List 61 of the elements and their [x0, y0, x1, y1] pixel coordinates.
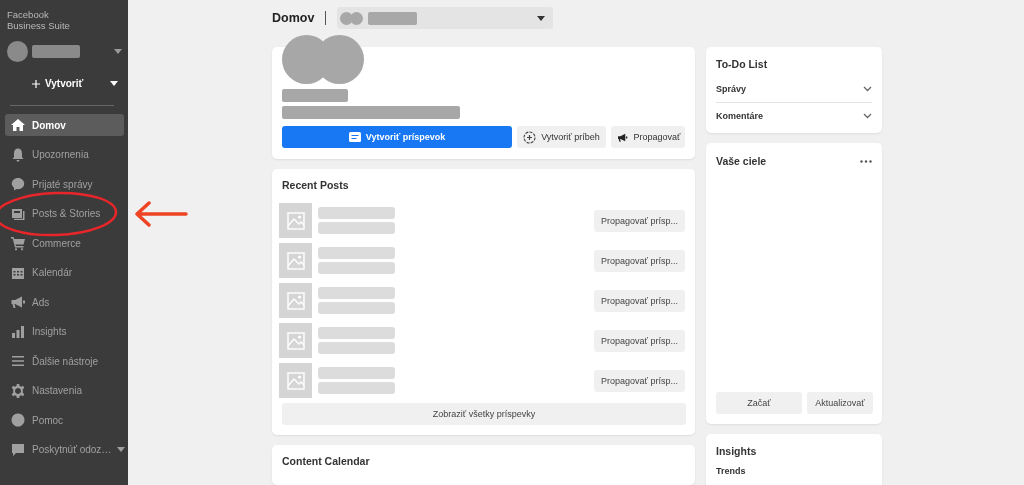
bar-chart-icon: [10, 323, 26, 340]
promote-button[interactable]: Propagovať prísp...: [594, 289, 685, 312]
megaphone-icon: [615, 131, 629, 143]
more-icon[interactable]: [860, 159, 872, 163]
action-button[interactable]: Propagovať: [610, 126, 685, 148]
app-title: Facebook Business Suite: [7, 9, 71, 31]
nav-item[interactable]: Domov: [5, 114, 124, 136]
chat-bubble-icon: [10, 176, 26, 192]
gear-icon: [10, 382, 26, 399]
promote-button[interactable]: Propagovať prísp...: [594, 329, 685, 352]
create-button[interactable]: Vytvoriť: [28, 76, 122, 91]
annotation-arrow: [134, 201, 188, 227]
nav-item[interactable]: Ďalšie nástroje: [5, 350, 124, 372]
name-placeholder: [282, 89, 348, 102]
goal-button[interactable]: Aktualizovať: [807, 392, 873, 414]
nav-item[interactable]: Insights: [5, 320, 124, 343]
image-placeholder-icon: [279, 283, 312, 318]
card-title: Vaše ciele: [716, 155, 767, 167]
section-label: Trends: [716, 466, 747, 476]
nav-item[interactable]: Prijaté správy: [5, 173, 124, 195]
promote-button[interactable]: Propagovať prísp...: [594, 249, 685, 272]
caret-icon: [117, 447, 126, 452]
todo-item[interactable]: Komentáre: [716, 102, 872, 129]
megaphone-icon: [10, 294, 26, 310]
action-button[interactable]: Vytvoriť príspevok: [282, 126, 513, 148]
plus-icon: [32, 79, 40, 88]
nav-item[interactable]: Kalendár: [5, 261, 124, 284]
card-title: Content Calendar: [282, 455, 371, 467]
promote-button[interactable]: Propagovať prísp...: [594, 369, 685, 392]
caret-icon: [114, 48, 122, 54]
cart-icon: [10, 235, 26, 251]
nav-item[interactable]: Posts & Stories: [5, 202, 124, 225]
image-placeholder-icon: [279, 363, 312, 398]
bell-icon: [10, 146, 26, 163]
page-selector[interactable]: [337, 7, 554, 29]
action-button[interactable]: Vytvoriť príbeh: [517, 126, 606, 148]
caret-icon: [110, 81, 118, 86]
card-title: Recent Posts: [282, 179, 350, 191]
image-placeholder-icon: [279, 203, 312, 238]
promote-button[interactable]: Propagovať prísp...: [594, 209, 685, 232]
caret-icon: [537, 15, 546, 21]
home-icon: [10, 117, 26, 133]
post-icon: [348, 132, 361, 142]
nav-item[interactable]: Nastavenia: [5, 379, 124, 402]
menu-icon: [10, 353, 26, 369]
nav-item[interactable]: Ads: [5, 291, 124, 313]
page-title: Domov: [272, 11, 315, 25]
card-title: To-Do List: [716, 58, 769, 70]
nav-item[interactable]: Pomoc: [5, 409, 124, 431]
goal-button[interactable]: Začať: [716, 392, 802, 414]
todo-item[interactable]: Správy: [716, 76, 872, 102]
card-title: Insights: [716, 445, 758, 457]
nav-item[interactable]: Poskytnúť odoz…: [5, 438, 124, 461]
add-story-icon: [523, 130, 537, 144]
feedback-icon: [10, 441, 26, 458]
nav-item[interactable]: Upozornenia: [5, 143, 124, 166]
image-placeholder-icon: [279, 323, 312, 358]
image-placeholder-icon: [279, 243, 312, 278]
show-all-button[interactable]: Zobraziť všetky príspevky: [282, 403, 686, 425]
nav-item[interactable]: Commerce: [5, 232, 124, 254]
account-switcher[interactable]: [7, 40, 122, 62]
